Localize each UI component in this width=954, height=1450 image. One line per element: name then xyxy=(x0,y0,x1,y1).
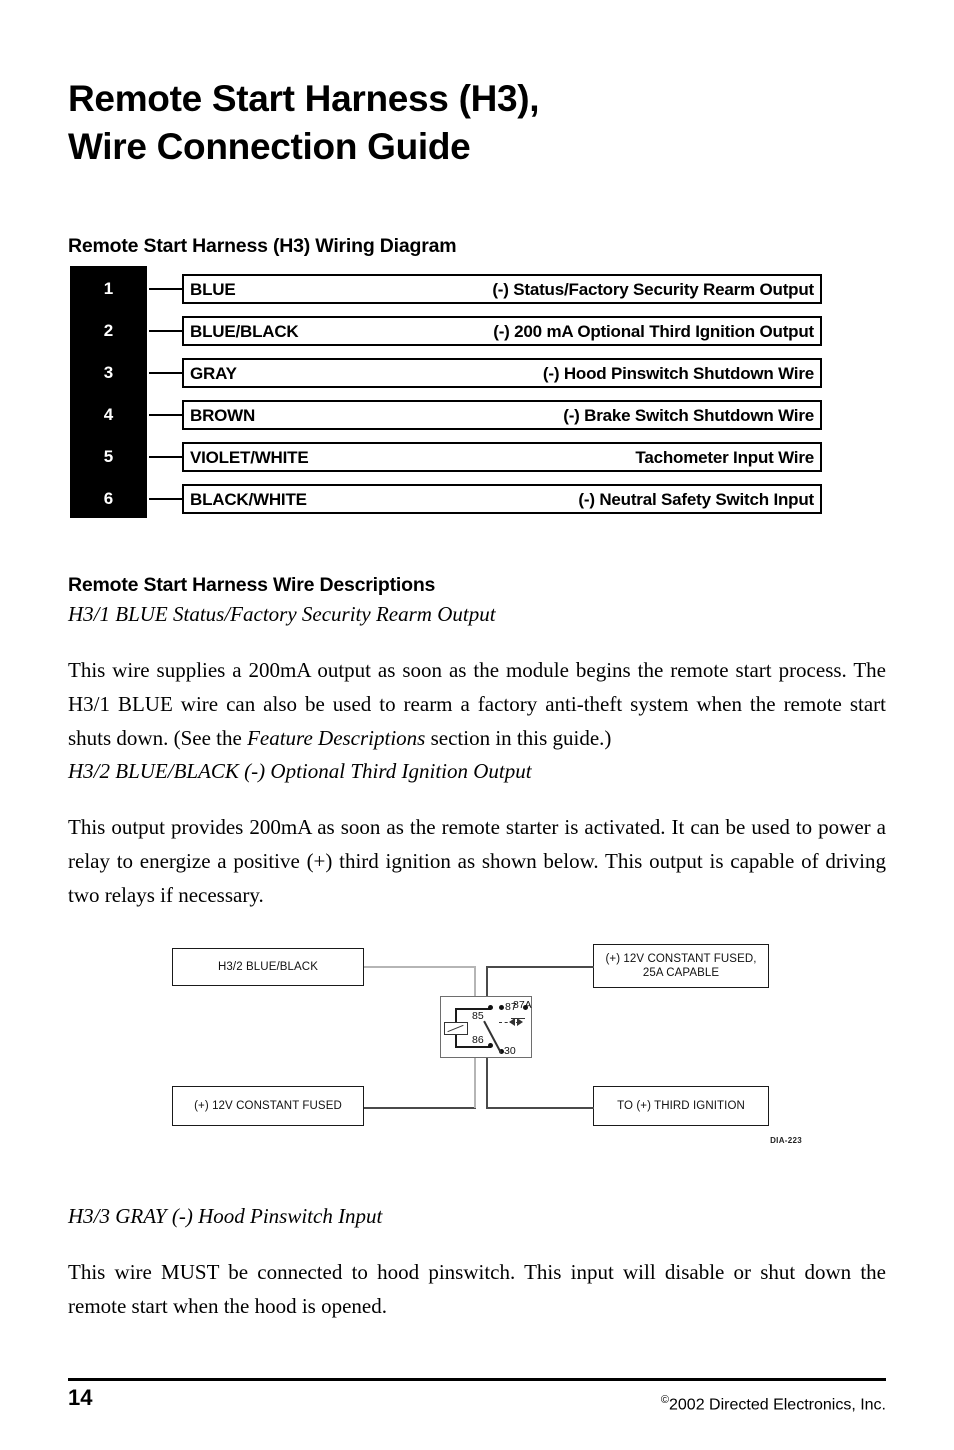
pin-lead-2 xyxy=(149,330,183,332)
subheading-h3-2: H3/2 BLUE/BLACK (-) Optional Third Ignit… xyxy=(68,759,532,783)
relay-pin-label-30: 30 xyxy=(504,1045,516,1057)
diagram-box-power-25a: (+) 12V CONSTANT FUSED, 25A CAPABLE xyxy=(593,944,769,988)
wire-description-6: (-) Neutral Safety Switch Input xyxy=(578,490,814,509)
pin-lead-3 xyxy=(149,372,183,374)
pin-number-1: 1 xyxy=(103,279,114,298)
pin-number-2: 2 xyxy=(103,321,114,340)
pin-lead-4 xyxy=(149,414,183,416)
wire-description-1: (-) Status/Factory Security Rearm Output xyxy=(492,280,814,299)
wire-name-6: BLACK/WHITE xyxy=(190,490,307,509)
subheading-h3-3: H3/3 GRAY (-) Hood Pinswitch Input xyxy=(68,1204,383,1228)
wire-name-2: BLUE/BLACK xyxy=(190,322,299,341)
pin-number-6: 6 xyxy=(103,489,114,508)
diagram-box-power-constant: (+) 12V CONSTANT FUSED xyxy=(172,1086,364,1126)
wire-power-horizontal xyxy=(486,966,594,968)
pin-number-3: 3 xyxy=(103,363,114,382)
footer-divider xyxy=(68,1378,886,1381)
table-row: VIOLET/WHITE Tachometer Input Wire xyxy=(182,442,822,472)
figure-code: DIA-223 xyxy=(770,1136,802,1145)
diagram-box-third-ignition: TO (+) THIRD IGNITION xyxy=(593,1086,769,1126)
page-number: 14 xyxy=(68,1385,93,1410)
relay-terminal-dot-85 xyxy=(488,1005,493,1010)
table-row: BLUE (-) Status/Factory Security Rearm O… xyxy=(182,274,822,304)
connector-block xyxy=(70,266,147,518)
contact-arrow-to-87 xyxy=(517,1018,523,1026)
pin-lead-6 xyxy=(149,498,183,500)
diagram-box-source-signal: H3/2 BLUE/BLACK xyxy=(172,948,364,986)
diagram-box-power-25a-line-1: (+) 12V CONSTANT FUSED, xyxy=(605,953,757,965)
table-row: BROWN (-) Brake Switch Shutdown Wire xyxy=(182,400,822,430)
table-row: GRAY (-) Hood Pinswitch Shutdown Wire xyxy=(182,358,822,388)
paragraph-h3-1: This wire supplies a 200mA output as soo… xyxy=(68,653,886,755)
section-heading-wiring-diagram: Remote Start Harness (H3) Wiring Diagram xyxy=(68,235,457,258)
wire-name-5: VIOLET/WHITE xyxy=(190,448,309,467)
pin-number-4: 4 xyxy=(103,405,114,424)
relay-coil-symbol xyxy=(444,1022,468,1035)
wire-output-horizontal xyxy=(486,1107,594,1109)
wire-description-2: (-) 200 mA Optional Third Ignition Outpu… xyxy=(493,322,814,341)
paragraph-h3-1-emphasis: Feature Descriptions xyxy=(247,726,426,750)
page-title-line-2: Wire Connection Guide xyxy=(68,125,471,167)
wire-name-1: BLUE xyxy=(190,280,236,299)
wire-description-4: (-) Brake Switch Shutdown Wire xyxy=(563,406,814,425)
pin-lead-1 xyxy=(149,288,183,290)
page-title-line-1: Remote Start Harness (H3), xyxy=(68,77,540,119)
wire-description-3: (-) Hood Pinswitch Shutdown Wire xyxy=(542,364,814,383)
wire-name-3: GRAY xyxy=(190,364,237,383)
subheading-h3-1: H3/1 BLUE Status/Factory Security Rearm … xyxy=(68,602,496,626)
document-page: Remote Start Harness (H3), Wire Connecti… xyxy=(0,0,954,1450)
contact-arrow-to-87a xyxy=(509,1018,515,1026)
relay-pin-label-86: 86 xyxy=(472,1034,484,1046)
copyright-notice: ©2002 Directed Electronics, Inc. xyxy=(661,1390,886,1415)
paragraph-h3-1-part-2: section in this guide.) xyxy=(425,726,612,750)
paragraph-h3-2: This output provides 200mA as soon as th… xyxy=(68,815,886,907)
page-title: Remote Start Harness (H3), Wire Connecti… xyxy=(68,75,878,171)
table-row: BLUE/BLACK (-) 200 mA Optional Third Ign… xyxy=(182,316,822,346)
copyright-symbol: © xyxy=(660,1394,669,1406)
paragraph-h3-3: This wire MUST be connected to hood pins… xyxy=(68,1260,886,1318)
copyright-text: 2002 Directed Electronics, Inc. xyxy=(669,1396,886,1414)
pin-number-5: 5 xyxy=(103,447,114,466)
relay-pin-label-85: 85 xyxy=(472,1010,484,1022)
wire-constant-horizontal xyxy=(364,1107,476,1109)
relay-pin-label-87a: 87A xyxy=(513,999,532,1011)
relay-armature xyxy=(483,1020,502,1054)
relay-terminal-dot-86 xyxy=(488,1043,493,1048)
pin-lead-5 xyxy=(149,456,183,458)
coil-wire-bottom xyxy=(455,1046,491,1048)
section-heading-wire-descriptions: Remote Start Harness Wire Descriptions xyxy=(68,574,436,597)
wire-signal-horizontal xyxy=(364,966,476,968)
wire-description-5: Tachometer Input Wire xyxy=(635,448,814,467)
relay-coil-slash xyxy=(447,1024,464,1033)
relay-terminal-dot-87 xyxy=(499,1005,504,1010)
table-row: BLACK/WHITE (-) Neutral Safety Switch In… xyxy=(182,484,822,514)
harness-wiring-table: 1 BLUE (-) Status/Factory Security Rearm… xyxy=(70,266,825,518)
diagram-box-power-25a-line-2: 25A CAPABLE xyxy=(642,967,720,979)
wire-signal-lower-vertical xyxy=(474,1058,476,1108)
relay-wiring-diagram: H3/2 BLUE/BLACK (+) 12V CONSTANT FUSED, … xyxy=(168,940,808,1155)
wire-name-4: BROWN xyxy=(190,406,256,425)
